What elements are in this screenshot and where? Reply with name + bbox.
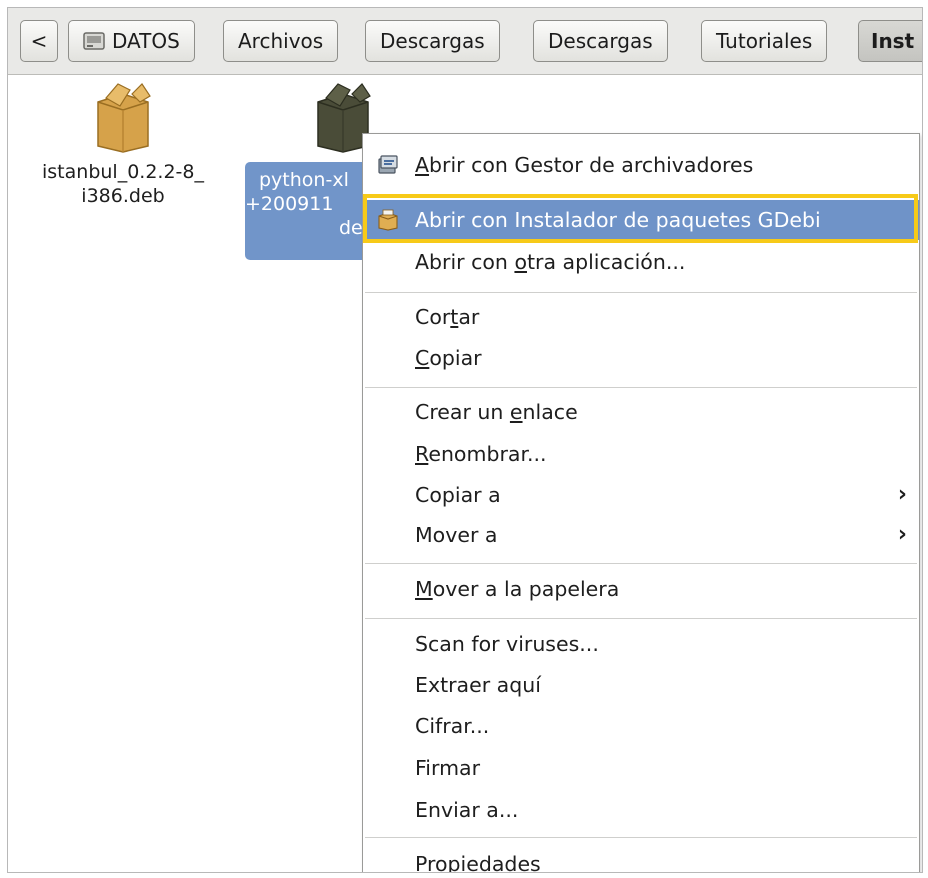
menu-separator xyxy=(365,618,917,619)
menu-separator xyxy=(365,292,917,293)
menu-separator xyxy=(365,387,917,388)
path-crumb-archivos[interactable]: Archivos xyxy=(223,20,339,62)
path-crumb-tutoriales[interactable]: Tutoriales xyxy=(701,20,828,62)
path-crumb-descargas-2[interactable]: Descargas xyxy=(533,20,668,62)
menu-item-properties[interactable]: Propiedades xyxy=(363,844,919,872)
menu-item-extract-here[interactable]: Extraer aquí xyxy=(363,665,919,705)
menu-item-copy-to[interactable]: Copiar a › xyxy=(363,475,919,515)
chevron-left-icon: < xyxy=(30,29,48,53)
menu-separator xyxy=(365,563,917,564)
package-icon xyxy=(97,83,151,153)
path-back-button[interactable]: < xyxy=(20,20,58,62)
menu-item-open-gdebi[interactable]: Abrir con Instalador de paquetes GDebi xyxy=(363,200,919,240)
path-crumb-descargas-1[interactable]: Descargas xyxy=(365,20,500,62)
menu-item-cut[interactable]: Cortar xyxy=(363,297,919,337)
chevron-right-icon: › xyxy=(897,482,907,507)
context-menu: Abrir con Gestor de archivadores Abrir c… xyxy=(362,133,920,872)
archive-manager-icon xyxy=(378,155,398,174)
menu-item-open-archive-manager[interactable]: Abrir con Gestor de archivadores xyxy=(363,145,919,185)
menu-item-open-other-app[interactable]: Abrir con otra aplicación... xyxy=(363,242,919,282)
gdebi-package-icon xyxy=(378,209,398,231)
menu-item-encrypt[interactable]: Cifrar... xyxy=(363,706,919,746)
menu-item-move-to[interactable]: Mover a › xyxy=(363,515,919,555)
chevron-right-icon: › xyxy=(897,522,907,547)
file-item-istanbul[interactable]: istanbul_0.2.2-8_ i386.deb xyxy=(23,80,223,208)
drive-icon xyxy=(83,32,105,50)
menu-item-rename[interactable]: Renombrar... xyxy=(363,434,919,474)
path-crumb-inst[interactable]: Inst xyxy=(858,20,922,62)
path-bar: < DATOS Archivos Descargas Descargas Tut… xyxy=(8,8,922,75)
menu-item-create-link[interactable]: Crear un enlace xyxy=(363,392,919,432)
menu-item-sign[interactable]: Firmar xyxy=(363,748,919,788)
menu-separator xyxy=(365,837,917,838)
menu-item-scan-viruses[interactable]: Scan for viruses... xyxy=(363,624,919,664)
menu-item-send-to[interactable]: Enviar a... xyxy=(363,790,919,830)
path-crumb-datos[interactable]: DATOS xyxy=(68,20,195,62)
file-manager-window: < DATOS Archivos Descargas Descargas Tut… xyxy=(7,7,923,873)
menu-item-move-to-trash[interactable]: Mover a la papelera xyxy=(363,569,919,609)
file-name: istanbul_0.2.2-8_ i386.deb xyxy=(42,161,204,207)
menu-item-copy[interactable]: Copiar xyxy=(363,338,919,378)
